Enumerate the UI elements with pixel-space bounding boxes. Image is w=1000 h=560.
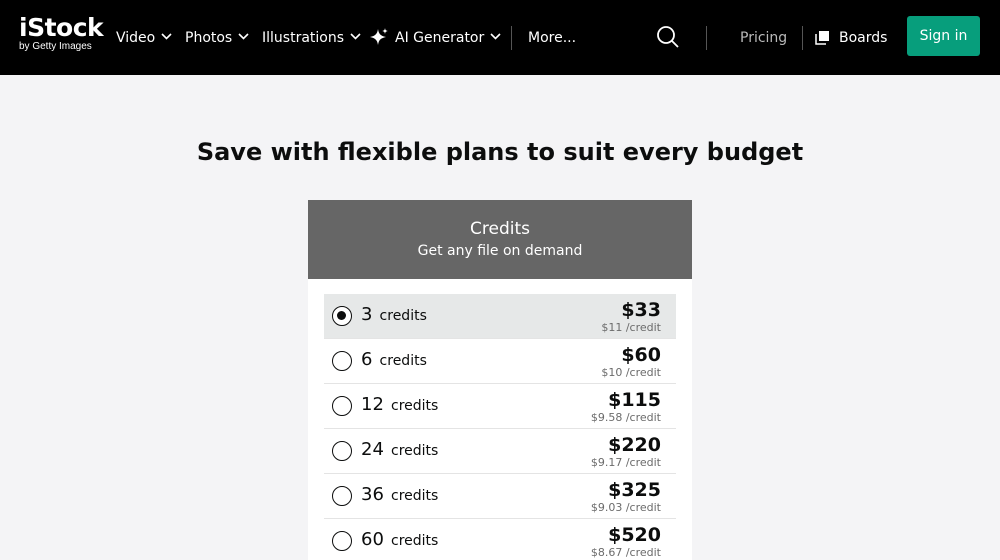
chevron-down-icon: [350, 33, 361, 40]
credit-price: $325: [608, 479, 661, 501]
nav-video-label: Video: [116, 29, 156, 46]
radio-icon[interactable]: [332, 486, 352, 506]
credit-quantity: 12 credits: [361, 394, 438, 415]
radio-icon[interactable]: [332, 351, 352, 371]
credit-option-36[interactable]: 36 credits $325 $9.03 /credit: [324, 474, 676, 519]
radio-selected-dot: [337, 311, 346, 320]
nav-boards[interactable]: Boards: [815, 0, 887, 75]
price-per-credit: $9.58 /credit: [590, 411, 661, 424]
nav-pricing-label: Pricing: [740, 29, 788, 46]
sparkle-icon: [370, 27, 388, 45]
nav-divider: [802, 26, 803, 50]
credit-quantity: 3 credits: [361, 304, 427, 325]
credit-options-list: 3 credits $33 $11 /credit 6 credits $60 …: [324, 294, 676, 560]
logo-wordmark: iStock: [19, 13, 104, 42]
credit-quantity: 6 credits: [361, 349, 427, 370]
price-per-credit: $11 /credit: [601, 321, 661, 334]
page-headline: Save with flexible plans to suit every b…: [196, 138, 804, 166]
top-navigation: iStock by Getty Images Video Photos Illu…: [0, 0, 1000, 75]
credit-unit: credits: [379, 308, 427, 324]
credit-price: $60: [621, 344, 661, 366]
price-per-credit: $9.03 /credit: [590, 501, 661, 514]
logo-tagline: by Getty Images: [19, 41, 92, 52]
credit-quantity: 24 credits: [361, 439, 438, 460]
credit-count: 60: [361, 529, 384, 550]
credit-unit: credits: [391, 533, 439, 549]
credit-option-3[interactable]: 3 credits $33 $11 /credit: [324, 294, 676, 339]
credit-price: $33: [621, 299, 661, 321]
price-per-credit: $9.17 /credit: [590, 456, 661, 469]
nav-divider: [706, 26, 707, 50]
radio-icon[interactable]: [332, 441, 352, 461]
credit-quantity: 36 credits: [361, 484, 438, 505]
credit-option-6[interactable]: 6 credits $60 $10 /credit: [324, 339, 676, 384]
radio-icon[interactable]: [332, 396, 352, 416]
nav-pricing[interactable]: Pricing: [740, 0, 787, 75]
nav-photos[interactable]: Photos: [185, 0, 249, 75]
credit-option-24[interactable]: 24 credits $220 $9.17 /credit: [324, 429, 676, 474]
credit-option-60[interactable]: 60 credits $520 $8.67 /credit: [324, 519, 676, 560]
nav-more-label: More...: [528, 29, 577, 46]
credit-unit: credits: [391, 443, 439, 459]
sign-in-button[interactable]: Sign in: [907, 16, 980, 56]
credit-count: 24: [361, 439, 384, 460]
nav-divider: [511, 26, 512, 50]
radio-icon[interactable]: [332, 531, 352, 551]
nav-more[interactable]: More...: [528, 0, 576, 75]
credit-price: $220: [608, 434, 661, 456]
search-button[interactable]: [655, 24, 681, 50]
credit-count: 6: [361, 349, 373, 370]
credit-unit: credits: [391, 398, 439, 414]
credits-plan-card: Credits Get any file on demand 3 credits…: [308, 200, 692, 560]
credit-count: 12: [361, 394, 384, 415]
search-icon: [657, 26, 679, 48]
credit-option-12[interactable]: 12 credits $115 $9.58 /credit: [324, 384, 676, 429]
credit-price: $115: [608, 389, 661, 411]
credit-count: 36: [361, 484, 384, 505]
nav-illustrations-label: Illustrations: [262, 29, 345, 46]
boards-icon: [815, 31, 829, 45]
chevron-down-icon: [161, 33, 172, 40]
nav-boards-label: Boards: [839, 29, 888, 46]
istock-logo[interactable]: iStock by Getty Images: [19, 13, 104, 52]
nav-illustrations[interactable]: Illustrations: [262, 0, 361, 75]
nav-ai-generator[interactable]: AI Generator: [368, 0, 501, 75]
nav-ai-generator-label: AI Generator: [395, 29, 485, 46]
price-per-credit: $10 /credit: [601, 366, 661, 379]
radio-icon[interactable]: [332, 306, 352, 326]
credits-card-header: Credits Get any file on demand: [308, 200, 692, 279]
credits-card-subtitle: Get any file on demand: [417, 243, 583, 259]
nav-video[interactable]: Video: [116, 0, 172, 75]
credit-price: $520: [608, 524, 661, 546]
credit-unit: credits: [391, 488, 439, 504]
chevron-down-icon: [490, 33, 501, 40]
chevron-down-icon: [238, 33, 249, 40]
price-per-credit: $8.67 /credit: [590, 546, 661, 559]
credit-count: 3: [361, 304, 373, 325]
nav-photos-label: Photos: [185, 29, 233, 46]
credit-unit: credits: [379, 353, 427, 369]
credit-quantity: 60 credits: [361, 529, 438, 550]
credits-card-title: Credits: [470, 219, 530, 239]
